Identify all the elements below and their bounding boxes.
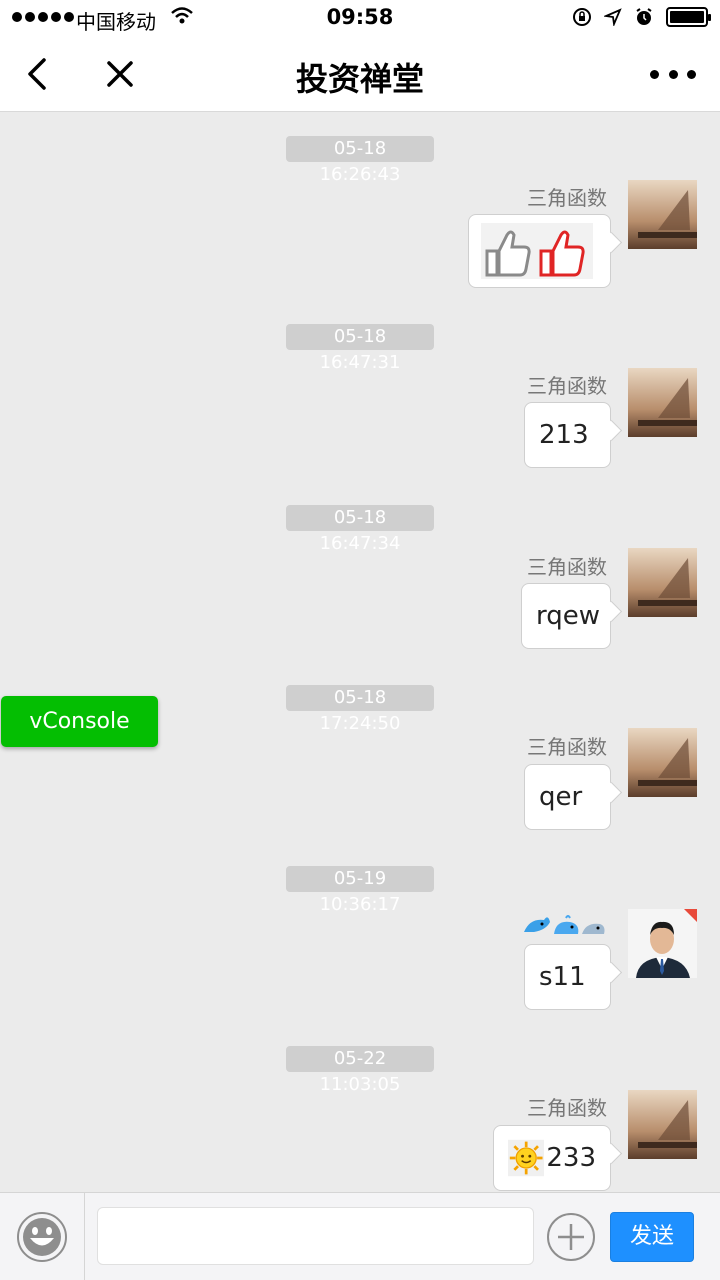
thumbs-up-icons [481, 223, 593, 279]
message-timestamp: 05-18 16:47:34 [286, 505, 434, 554]
sender-name: 三角函数 [527, 186, 607, 210]
status-bar: 中国移动 09:58 [0, 0, 720, 36]
vconsole-button[interactable]: vConsole [1, 696, 158, 747]
location-icon [604, 8, 622, 26]
message-bubble[interactable]: 213 [524, 402, 611, 468]
message-timestamp: 05-22 11:03:05 [286, 1046, 434, 1095]
message-text: 233 [546, 1143, 596, 1173]
dolphin-whale-emoji-icons [522, 912, 608, 946]
avatar[interactable] [628, 728, 697, 797]
battery-icon [666, 7, 711, 27]
input-bar: 发送 [0, 1192, 720, 1280]
emoji-button[interactable] [16, 1211, 68, 1263]
avatar[interactable] [628, 1090, 697, 1159]
sender-name: 三角函数 [527, 735, 607, 759]
more-options-button[interactable] [546, 1212, 596, 1262]
message-input[interactable] [97, 1207, 534, 1265]
sender-name: 三角函数 [527, 555, 607, 579]
page-title: 投资禅堂 [295, 60, 424, 98]
message-timestamp: 05-19 10:36:17 [286, 866, 434, 915]
sender-name: 三角函数 [527, 374, 607, 398]
sun-emoji-icon [508, 1139, 545, 1177]
sender-name: 三角函数 [527, 1096, 607, 1120]
message-bubble[interactable]: rqew [521, 583, 611, 649]
divider [84, 1193, 85, 1280]
orientation-lock-icon [573, 8, 591, 26]
avatar[interactable] [628, 180, 697, 249]
message-timestamp: 05-18 17:24:50 [286, 685, 434, 734]
avatar[interactable] [628, 909, 697, 978]
send-button[interactable]: 发送 [610, 1212, 694, 1262]
chat-area[interactable]: 05-18 16:26:43 三角函数 05-18 16:47:31 三角函数 … [0, 112, 720, 1192]
message-timestamp: 05-18 16:26:43 [286, 136, 434, 185]
message-timestamp: 05-18 16:47:31 [286, 324, 434, 373]
message-bubble[interactable]: s11 [524, 944, 611, 1010]
status-icons [572, 7, 711, 27]
smiley-icon [17, 1212, 67, 1262]
avatar[interactable] [628, 368, 697, 437]
more-button[interactable] [650, 54, 696, 94]
message-bubble[interactable]: 233 [493, 1125, 611, 1191]
nav-bar: 投资禅堂 [0, 36, 720, 112]
message-bubble[interactable] [468, 214, 611, 288]
message-bubble[interactable]: qer [524, 764, 611, 830]
plus-icon [547, 1213, 595, 1261]
alarm-icon [636, 8, 652, 25]
avatar[interactable] [628, 548, 697, 617]
